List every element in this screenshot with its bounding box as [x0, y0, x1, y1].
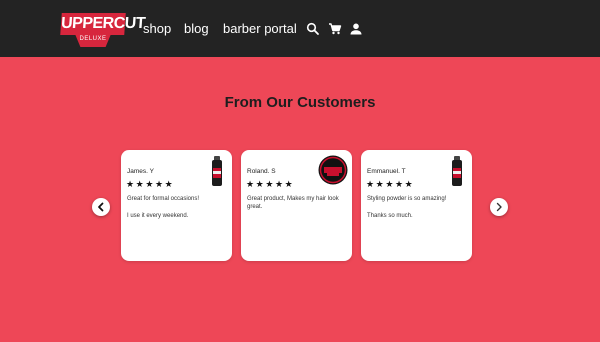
reviewer-name: James. Y: [127, 168, 154, 175]
reviewer-name: Roland. S: [247, 168, 276, 175]
carousel-next-button[interactable]: [490, 198, 508, 216]
nav-blog-link[interactable]: blog: [184, 21, 209, 37]
cart-icon[interactable]: [328, 22, 342, 36]
carousel-prev-button[interactable]: [92, 198, 110, 216]
review-text: Styling powder is so amazing!: [367, 196, 447, 202]
nav-shop-link[interactable]: shop: [143, 21, 171, 37]
logo-wordmark: UPPERCUT: [60, 13, 146, 35]
review-card: Emmanuel. T ★★★★★ Styling powder is so a…: [361, 150, 472, 261]
review-text-secondary: Thanks so much.: [367, 213, 413, 219]
powder-bottle-icon: [452, 156, 462, 186]
review-card: James. Y ★★★★★ Great for formal occasion…: [121, 150, 232, 261]
star-rating: ★★★★★: [126, 179, 175, 189]
reviewer-name: Emmanuel. T: [367, 168, 406, 175]
search-icon[interactable]: [306, 22, 320, 36]
pomade-tin-icon: [318, 155, 348, 185]
uppercut-deluxe-logo[interactable]: UPPERCUT DELUXE: [60, 13, 146, 47]
section-title: From Our Customers: [224, 94, 376, 111]
review-card: Roland. S ★★★★★ Great product, Makes my …: [241, 150, 352, 261]
user-icon[interactable]: [349, 22, 363, 36]
powder-bottle-icon: [212, 156, 222, 186]
star-rating: ★★★★★: [366, 179, 415, 189]
chevron-right-icon: [496, 202, 502, 212]
review-text-secondary: I use it every weekend.: [127, 213, 189, 219]
site-header: UPPERCUT DELUXE shop blog barber portal: [0, 0, 600, 57]
star-rating: ★★★★★: [246, 179, 295, 189]
nav-barber-portal-link[interactable]: barber portal: [223, 21, 297, 37]
review-text: Great product, Makes my hair look great.: [247, 196, 339, 210]
chevron-left-icon: [98, 202, 104, 212]
logo-subtitle: DELUXE: [75, 34, 111, 47]
review-text: Great for formal occasions!: [127, 196, 200, 202]
